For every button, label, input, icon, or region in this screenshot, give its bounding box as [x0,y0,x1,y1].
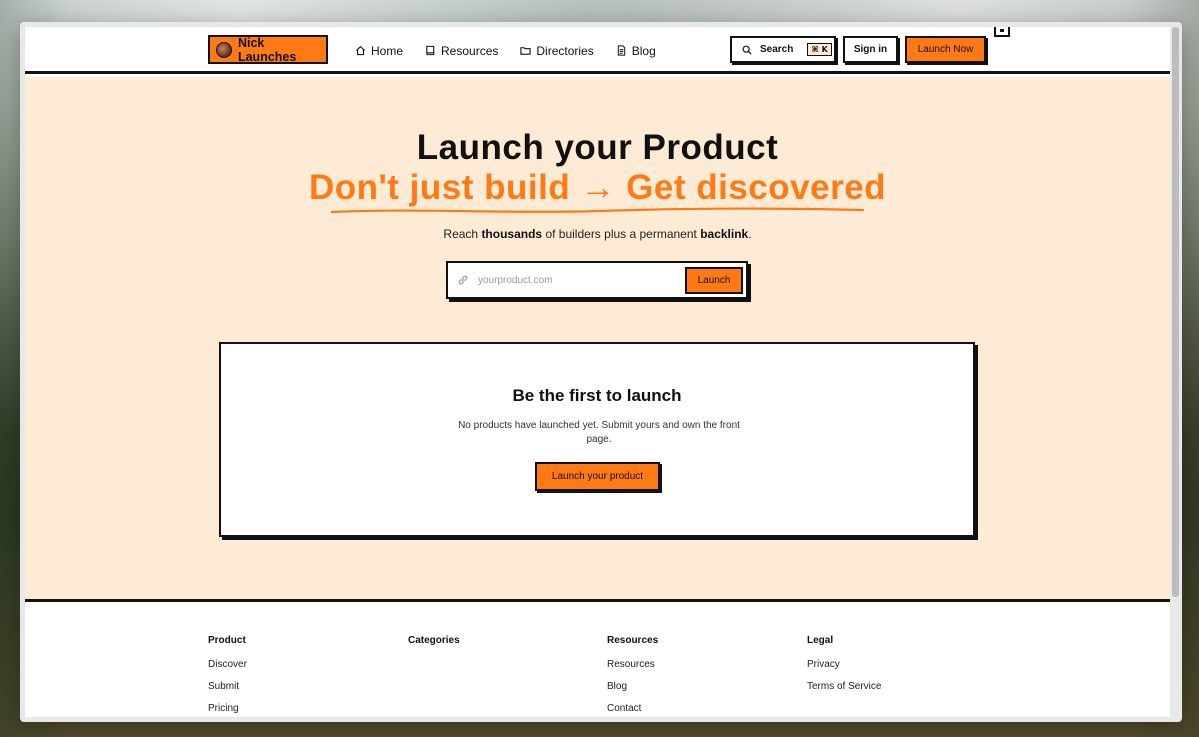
browser-window: Nick Launches Home Resources Directories [20,22,1182,722]
avatar [216,41,232,58]
site-footer: Product Discover Submit Pricing Categori… [25,599,1170,717]
page-title: Launch your Product [416,128,779,167]
footer-link-resources[interactable]: Resources [607,659,787,672]
nav-item-label: Home [371,43,404,58]
footer-column-product: Product Discover Submit Pricing [208,635,388,717]
desc-text: Reach [443,227,482,241]
desc-emphasis: thousands [481,227,543,241]
footer-link-contact[interactable]: Contact [607,703,787,716]
footer-heading: Product [208,635,246,646]
squiggle-underline [330,207,865,214]
nav-item-label: Resources [441,43,499,58]
main-nav: Home Resources Directories Blog [355,27,656,74]
search-label: Search [760,44,794,55]
footer-heading: Resources [607,635,659,646]
search-button[interactable]: Search ⌘ K [730,36,836,63]
nav-item-home[interactable]: Home [355,44,403,58]
launch-url-form: Launch [446,261,748,299]
home-icon [355,45,366,56]
notification-tab[interactable] [994,27,1010,37]
vertical-scrollbar[interactable] [1172,27,1179,597]
link-icon [458,275,468,285]
footer-column-legal: Legal Privacy Terms of Service [807,635,987,703]
footer-link-submit[interactable]: Submit [208,681,388,694]
empty-state-title: Be the first to launch [512,386,682,405]
desc-emphasis: backlink [700,227,749,241]
hero-section: Launch your Product Don't just build → G… [25,77,1170,602]
book-icon [426,45,435,56]
footer-link-privacy[interactable]: Privacy [807,659,987,672]
shortcut-badge: ⌘ K [807,43,832,56]
footer-link-terms[interactable]: Terms of Service [807,681,987,694]
folder-icon [520,47,532,55]
brand-name: Nick Launches [237,35,297,64]
footer-link-blog[interactable]: Blog [607,681,787,694]
footer-link-discover[interactable]: Discover [208,659,388,672]
footer-column-resources: Resources Resources Blog Contact [607,635,787,717]
footer-heading: Categories [408,635,460,646]
launch-submit-button[interactable]: Launch [685,267,743,294]
nav-item-directories[interactable]: Directories [520,43,594,58]
launch-your-product-button[interactable]: Launch your product [535,462,660,491]
search-icon [742,45,752,55]
page-viewport: Nick Launches Home Resources Directories [25,27,1170,717]
nav-item-blog[interactable]: Blog [616,44,656,58]
site-header: Nick Launches Home Resources Directories [25,27,1170,74]
footer-link-pricing[interactable]: Pricing [208,703,388,716]
nav-item-label: Directories [536,43,594,58]
empty-state-card: Be the first to launch No products have … [219,342,975,537]
empty-state-description: No products have launched yet. Submit yo… [458,420,740,445]
desc-text: of builders plus a permanent [542,227,701,241]
brand-logo-link[interactable]: Nick Launches [208,35,328,64]
document-icon [617,45,625,56]
footer-heading: Legal [807,635,834,646]
nav-item-resources[interactable]: Resources [425,44,498,58]
sign-in-button[interactable]: Sign in [843,36,898,63]
desc-text: . [748,227,752,241]
footer-column-categories: Categories [408,635,588,659]
hero-subtitle: Don't just build → Get discovered [308,168,887,207]
product-url-input[interactable] [478,271,678,289]
launch-now-button[interactable]: Launch Now [905,36,986,63]
nav-item-label: Blog [631,43,656,58]
hero-description: Reach thousands of builders plus a perma… [25,227,1170,241]
